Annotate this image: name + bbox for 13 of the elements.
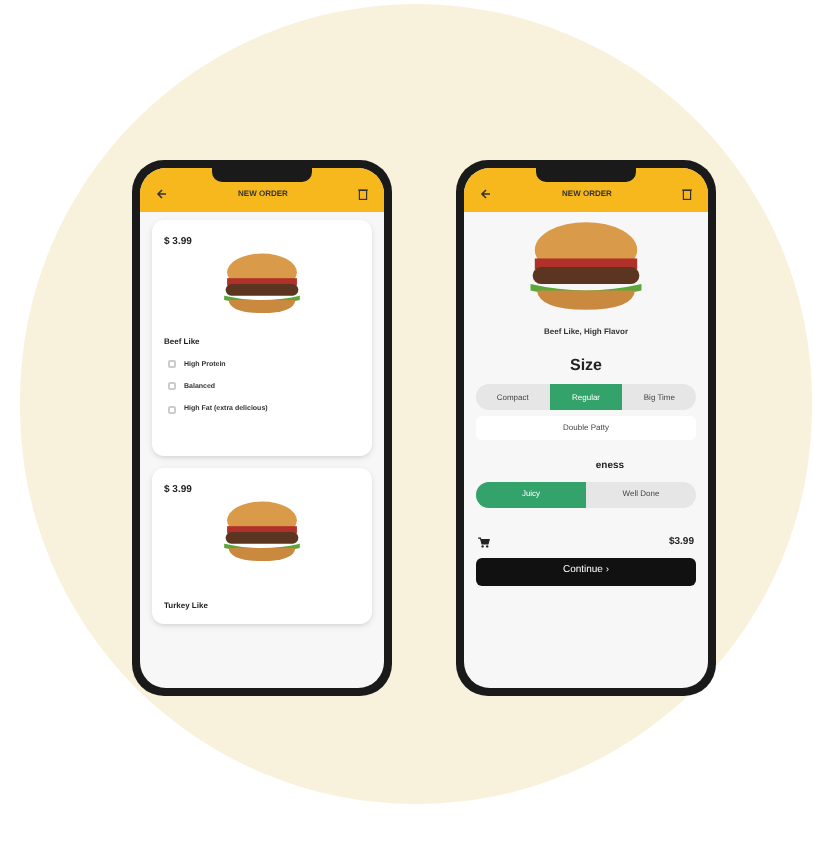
phone-notch <box>212 168 312 182</box>
phone-notch <box>536 168 636 182</box>
back-arrow-icon[interactable] <box>156 188 168 200</box>
checkbox[interactable] <box>168 405 176 414</box>
checkbox[interactable] <box>168 382 176 391</box>
back-arrow-icon[interactable] <box>480 188 492 200</box>
burger-drawing <box>218 251 306 315</box>
section-title: Size <box>569 354 602 378</box>
trash-icon[interactable] <box>357 188 368 200</box>
checkbox[interactable] <box>168 360 176 369</box>
cart-icon[interactable] <box>478 536 490 549</box>
burger-drawing <box>218 499 306 563</box>
trash-icon[interactable] <box>681 188 692 200</box>
